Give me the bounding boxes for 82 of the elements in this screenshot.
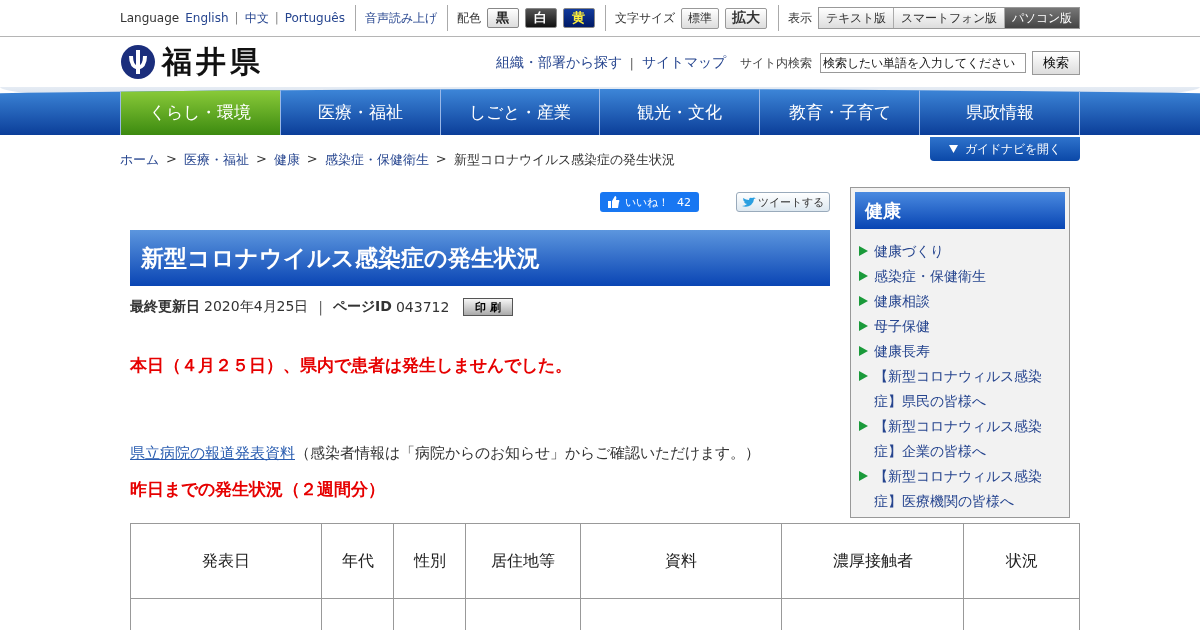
color-scheme-button[interactable]: 黄 xyxy=(562,8,595,28)
search-button[interactable]: 検索 xyxy=(1032,51,1080,75)
separator: | xyxy=(318,299,324,315)
report-text: 県立病院の報道発表資料（感染者情報は「病院からのお知らせ」からご確認いただけます。） xyxy=(130,444,761,463)
prefecture-emblem-icon xyxy=(120,44,156,80)
breadcrumb-link[interactable]: 感染症・保健衛生 xyxy=(324,151,429,169)
language-label: Language xyxy=(120,11,180,25)
header-link[interactable]: 組織・部署から探す xyxy=(495,54,622,72)
breadcrumb-link[interactable]: 医療・福祉 xyxy=(183,151,249,169)
sidebar-link[interactable]: 健康づくり xyxy=(874,239,944,264)
separator: > xyxy=(255,151,267,168)
column-header: 資料 xyxy=(580,523,782,599)
last-updated-label: 最終更新日 xyxy=(130,298,200,316)
triangle-icon xyxy=(859,321,868,331)
nav-tab[interactable]: 医療・福祉 xyxy=(279,89,440,135)
language-link[interactable]: English xyxy=(185,11,229,25)
display-label: 表示 xyxy=(788,9,812,27)
bird-icon xyxy=(742,196,756,208)
read-aloud-link[interactable]: 音声読み上げ xyxy=(364,9,437,27)
column-header: 性別 xyxy=(393,523,466,599)
language-link[interactable]: 中文 xyxy=(244,9,269,27)
nav-tab[interactable]: 教育・子育て xyxy=(759,89,920,135)
page-id: 043712 xyxy=(395,299,450,315)
site-search-label: サイト内検索 xyxy=(740,54,812,72)
thumbs-up-icon xyxy=(608,196,620,208)
breadcrumb-current: 新型コロナウイルス感染症の発生状況 xyxy=(453,151,675,169)
sidebar-link[interactable]: 健康相談 xyxy=(874,289,930,314)
display-option[interactable]: パソコン版 xyxy=(1005,8,1079,28)
guide-navi-button[interactable]: ガイドナビを開く xyxy=(930,137,1080,161)
section-heading: 昨日までの発生状況（２週間分） xyxy=(130,478,386,501)
separator: | xyxy=(629,55,634,71)
search-field[interactable]: 検索したい単語を入力してください xyxy=(820,53,1026,73)
sidebar-link[interactable]: 感染症・保健衛生 xyxy=(874,264,986,289)
separator: | xyxy=(274,11,279,25)
nav-tab[interactable]: しごと・産業 xyxy=(439,89,600,135)
separator: > xyxy=(306,151,318,168)
page-title: 新型コロナウイルス感染症の発生状況 xyxy=(130,230,830,286)
color-scheme-button[interactable]: 黒 xyxy=(486,8,519,28)
sidebar-link[interactable]: 健康長寿 xyxy=(874,339,930,364)
triangle-icon xyxy=(859,421,868,431)
caret-icon xyxy=(949,145,958,153)
triangle-icon xyxy=(859,246,868,256)
column-header: 居住地等 xyxy=(465,523,581,599)
notice-text: 本日（４月２５日）、県内で患者は発生しませんでした。 xyxy=(130,354,573,377)
color-scheme-button[interactable]: 白 xyxy=(524,8,557,28)
nav-tab[interactable]: 観光・文化 xyxy=(599,89,760,135)
logo-text: 福井県 xyxy=(162,42,264,81)
triangle-icon xyxy=(859,471,868,481)
triangle-icon xyxy=(859,371,868,381)
header-link[interactable]: サイトマップ xyxy=(642,54,726,72)
like-count: 42 xyxy=(677,195,691,209)
display-option[interactable]: テキスト版 xyxy=(819,8,894,28)
separator: > xyxy=(166,151,177,168)
triangle-icon xyxy=(859,271,868,281)
tweet-button[interactable]: ツイートする xyxy=(736,192,830,212)
font-size-label: 文字サイズ xyxy=(614,9,675,27)
triangle-icon xyxy=(859,296,868,306)
language-link[interactable]: Português xyxy=(284,11,345,25)
sidebar-link[interactable]: 母子保健 xyxy=(874,314,930,339)
column-header: 状況 xyxy=(963,523,1080,599)
sidebar-title: 健康 xyxy=(855,192,1065,229)
display-option[interactable]: スマートフォン版 xyxy=(894,8,1005,28)
font-size-button[interactable]: 拡大 xyxy=(724,7,767,29)
triangle-icon xyxy=(859,346,868,356)
column-header: 濃厚接触者 xyxy=(781,523,964,599)
sidebar-link[interactable]: 【新型コロナウィルス感染症】県民の皆様へ xyxy=(874,364,1059,414)
sidebar-link[interactable]: 【新型コロナウィルス感染症】医療機関の皆様へ xyxy=(874,464,1059,514)
column-header: 発表日 xyxy=(130,523,322,599)
like-button[interactable]: いいね！ 42 xyxy=(600,192,699,212)
report-link[interactable]: 県立病院の報道発表資料 xyxy=(130,444,295,462)
breadcrumb-link[interactable]: ホーム xyxy=(120,151,159,169)
column-header: 年代 xyxy=(321,523,394,599)
separator: | xyxy=(234,11,239,25)
font-size-button[interactable]: 標準 xyxy=(680,7,719,29)
color-scheme-label: 配色 xyxy=(456,9,481,27)
page-id-label: ページID xyxy=(333,298,392,316)
sidebar-link[interactable]: 【新型コロナウィルス感染症】企業の皆様へ xyxy=(874,414,1059,464)
last-updated-date: 2020年4月25日 xyxy=(204,298,309,316)
breadcrumb-link[interactable]: 健康 xyxy=(273,151,300,169)
separator: > xyxy=(435,151,447,168)
nav-tab[interactable]: 県政情報 xyxy=(919,89,1080,135)
print-button[interactable]: 印 刷 xyxy=(463,298,514,316)
